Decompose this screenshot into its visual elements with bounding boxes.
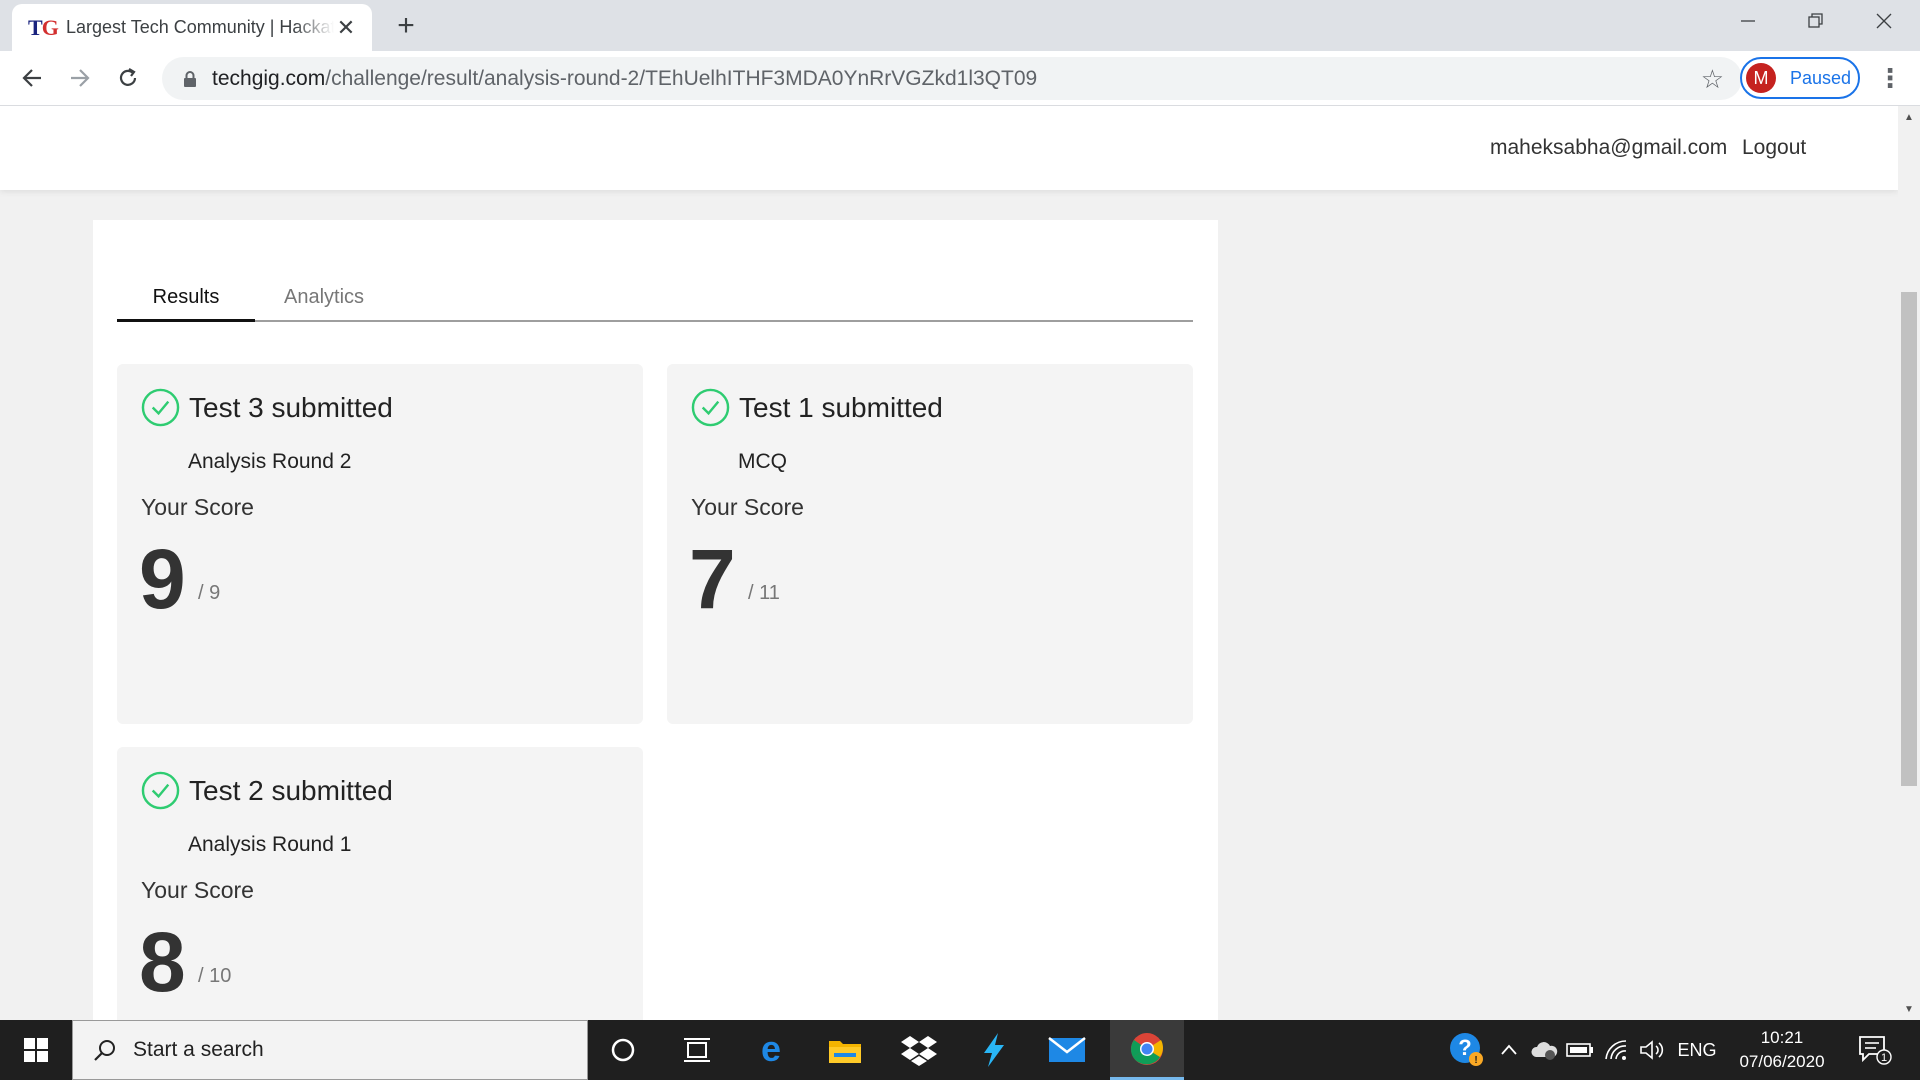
results-tabs: Results Analytics <box>117 286 1193 322</box>
url-text[interactable]: techgig.com/challenge/result/analysis-ro… <box>212 67 1037 91</box>
scroll-up-icon[interactable]: ▲ <box>1898 106 1920 128</box>
close-window-icon[interactable] <box>1850 0 1918 42</box>
scroll-down-icon[interactable]: ▼ <box>1898 998 1920 1020</box>
tab-title: Largest Tech Community | Hackathon <box>66 17 334 37</box>
score-value: 9 <box>139 532 186 626</box>
clock-time: 10:21 <box>1760 1028 1804 1047</box>
restore-icon[interactable] <box>1782 0 1850 42</box>
address-bar[interactable]: techgig.com/challenge/result/analysis-ro… <box>162 57 1742 100</box>
browser-tab[interactable]: TG Largest Tech Community | Hackathon ✕ <box>12 4 372 51</box>
browser-menu-icon[interactable]: ⋮ <box>1872 60 1908 96</box>
chrome-icon[interactable] <box>1110 1020 1184 1080</box>
card-subtitle: MCQ <box>738 450 787 473</box>
svg-text:e: e <box>761 1034 781 1066</box>
card-subtitle: Analysis Round 2 <box>188 450 352 473</box>
card-subtitle: Analysis Round 1 <box>188 833 352 856</box>
battery-icon[interactable] <box>1564 1020 1596 1080</box>
score-total: / 10 <box>198 965 232 987</box>
test-result-card: Test 3 submitted Analysis Round 2 Your S… <box>117 364 643 724</box>
new-tab-icon[interactable]: + <box>390 9 422 42</box>
techgig-favicon-icon: TG <box>28 14 59 40</box>
card-title: Test 2 submitted <box>189 774 393 806</box>
page-scrollbar[interactable]: ▲ ▼ <box>1898 106 1920 1020</box>
lock-icon[interactable] <box>180 69 200 89</box>
site-header: maheksabha@gmail.com Logout <box>0 106 1898 190</box>
taskbar-search-box[interactable]: Start a search <box>72 1020 588 1080</box>
results-panel: Results Analytics Test 3 submitted Analy… <box>93 220 1218 1020</box>
windows-taskbar: Start a search e ?! ENG 10:21 07/06/2020… <box>0 1020 1920 1080</box>
wifi-icon[interactable] <box>1600 1020 1632 1080</box>
test-result-card: Test 1 submitted MCQ Your Score 7 / 11 <box>667 364 1193 724</box>
card-title: Test 1 submitted <box>739 391 943 423</box>
system-clock[interactable]: 10:21 07/06/2020 <box>1724 1026 1840 1074</box>
check-circle-icon <box>141 771 180 810</box>
close-tab-icon[interactable]: ✕ <box>334 15 358 40</box>
forward-icon[interactable] <box>62 60 98 96</box>
bookmark-star-icon[interactable]: ☆ <box>1701 66 1724 92</box>
language-indicator[interactable]: ENG <box>1672 1020 1722 1080</box>
mail-icon[interactable] <box>1030 1020 1104 1080</box>
profile-status: Paused <box>1790 67 1852 88</box>
test-result-card: Test 2 submitted Analysis Round 1 Your S… <box>117 747 643 1020</box>
cortana-icon[interactable] <box>586 1020 660 1080</box>
onedrive-cloud-icon[interactable] <box>1528 1020 1560 1080</box>
user-email[interactable]: maheksabha@gmail.com <box>1490 136 1727 160</box>
browser-toolbar: techgig.com/challenge/result/analysis-ro… <box>0 51 1920 106</box>
tab-results[interactable]: Results <box>117 286 255 322</box>
browser-tabstrip: TG Largest Tech Community | Hackathon ✕ … <box>0 0 1920 51</box>
tab-analytics[interactable]: Analytics <box>255 286 393 322</box>
profile-button[interactable]: M Paused <box>1740 57 1860 99</box>
logout-link[interactable]: Logout <box>1742 136 1806 160</box>
score-value: 7 <box>689 532 736 626</box>
chevron-up-icon[interactable] <box>1494 1020 1524 1080</box>
scroll-thumb[interactable] <box>1901 292 1917 786</box>
page-viewport: maheksabha@gmail.com Logout Results Anal… <box>0 106 1898 1020</box>
score-label: Your Score <box>141 494 254 520</box>
dropbox-icon[interactable] <box>882 1020 956 1080</box>
clock-date: 07/06/2020 <box>1739 1052 1825 1071</box>
score-total: / 9 <box>198 582 221 604</box>
svg-text:!: ! <box>1474 1055 1477 1066</box>
check-circle-icon <box>141 388 180 427</box>
edge-browser-icon[interactable]: e <box>734 1020 808 1080</box>
notifications-icon[interactable]: 1 <box>1850 1020 1900 1080</box>
file-explorer-icon[interactable] <box>808 1020 882 1080</box>
vscode-blue-icon[interactable] <box>956 1020 1030 1080</box>
reload-icon[interactable] <box>110 60 146 96</box>
notification-count: 1 <box>1881 1052 1887 1064</box>
check-circle-icon <box>691 388 730 427</box>
card-title: Test 3 submitted <box>189 391 393 423</box>
volume-icon[interactable] <box>1636 1020 1668 1080</box>
score-label: Your Score <box>141 877 254 903</box>
help-icon[interactable]: ?! <box>1444 1020 1490 1080</box>
search-placeholder: Start a search <box>133 1038 264 1061</box>
windows-start-icon[interactable] <box>0 1020 72 1080</box>
score-label: Your Score <box>691 494 804 520</box>
avatar: M <box>1746 63 1776 93</box>
score-total: / 11 <box>748 582 780 604</box>
minimize-icon[interactable] <box>1714 0 1782 42</box>
search-icon <box>94 1040 115 1061</box>
back-icon[interactable] <box>14 60 50 96</box>
task-view-icon[interactable] <box>660 1020 734 1080</box>
score-value: 8 <box>139 915 186 1009</box>
